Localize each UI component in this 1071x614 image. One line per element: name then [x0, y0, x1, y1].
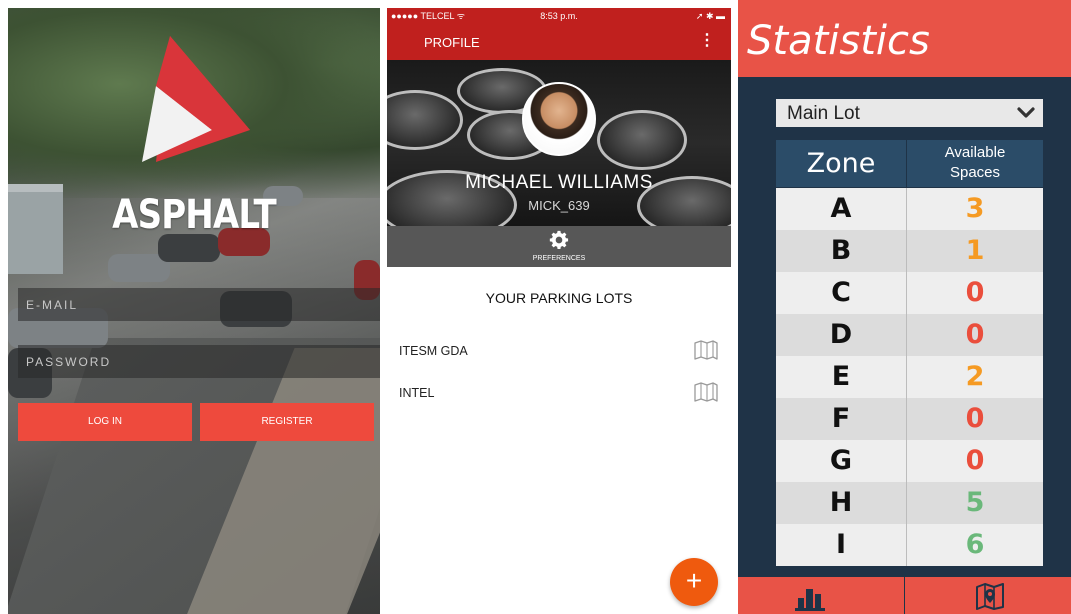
zone-cell: A [830, 193, 852, 224]
table-row: F0 [776, 398, 1043, 440]
available-cell: 6 [906, 524, 1043, 566]
available-cell: 3 [906, 188, 1043, 230]
zone-column-header: Zone [806, 148, 876, 179]
table-row: E2 [776, 356, 1043, 398]
lot-select-dropdown[interactable]: Main Lot [776, 99, 1043, 127]
lot-name: INTEL [399, 386, 435, 400]
zone-cell: G [829, 445, 853, 476]
nav-divider [904, 577, 905, 614]
login-button[interactable]: LOG IN [18, 403, 192, 441]
available-cell: 0 [906, 314, 1043, 356]
app-bar: PROFILE ⋮ [387, 24, 731, 60]
lot-name: ITESM GDA [399, 344, 468, 358]
profile-screen: ●●●●● TELCEL ᯤ 8:53 p.m. ➚ ✱ ▬ PROFILE ⋮… [387, 8, 731, 614]
table-header: Zone Available Spaces [776, 140, 1043, 187]
status-icons: ➚ ✱ ▬ [695, 11, 725, 21]
map-pin-icon[interactable] [974, 582, 1008, 610]
drum-shape [387, 90, 463, 150]
spaces-header-line: Spaces [949, 164, 1001, 181]
drum-shape [597, 110, 687, 170]
zone-cell: C [831, 277, 851, 308]
zone-cell: I [835, 529, 847, 560]
zone-cell: E [831, 361, 851, 392]
add-lot-button[interactable]: + [670, 558, 718, 606]
background-car [158, 234, 220, 262]
available-cell: 2 [906, 356, 1043, 398]
profile-name: MICHAEL WILLIAMS [465, 172, 653, 193]
preferences-label: PREFERENCES [532, 255, 586, 262]
table-row: I6 [776, 524, 1043, 566]
bottom-nav [738, 577, 1071, 614]
available-cell: 0 [906, 272, 1043, 314]
parking-lots-heading: YOUR PARKING LOTS [485, 290, 633, 306]
overflow-menu-icon[interactable]: ⋮ [699, 33, 715, 49]
available-cell: 1 [906, 230, 1043, 272]
avatar[interactable] [522, 82, 596, 156]
gear-icon [549, 230, 569, 249]
page-title: Statistics [747, 18, 930, 64]
available-column-header: Available Spaces [907, 143, 1043, 183]
zone-cell: F [831, 403, 851, 434]
preferences-button[interactable]: PREFERENCES [387, 226, 731, 267]
login-screen: ASPHALT E-MAIL PASSWORD LOG IN REGISTER [8, 8, 380, 614]
zone-cell: B [830, 235, 852, 266]
table-row: G0 [776, 440, 1043, 482]
statistics-screen: Statistics Main Lot Zone Available Space… [738, 0, 1071, 614]
selected-lot: Main Lot [787, 103, 860, 124]
table-row: D0 [776, 314, 1043, 356]
table-row: C0 [776, 272, 1043, 314]
profile-cover-photo: MICHAEL WILLIAMS MICK_639 [387, 60, 731, 226]
list-item[interactable]: ITESM GDA [399, 339, 719, 363]
password-field[interactable]: PASSWORD [18, 345, 380, 378]
map-icon[interactable] [693, 339, 719, 361]
email-field[interactable]: E-MAIL [18, 288, 380, 321]
bar-chart-icon[interactable] [793, 583, 827, 611]
list-item[interactable]: INTEL [399, 381, 719, 405]
available-cell: 0 [906, 398, 1043, 440]
page-title: PROFILE [424, 35, 480, 50]
available-cell: 0 [906, 440, 1043, 482]
available-header-line: Available [944, 144, 1006, 161]
zone-cell: H [829, 487, 853, 518]
chevron-down-icon [1017, 107, 1035, 118]
available-cell: 5 [906, 482, 1043, 524]
stats-header: Statistics [738, 0, 1071, 77]
table-row: B1 [776, 230, 1043, 272]
profile-username: MICK_639 [528, 198, 590, 213]
asphalt-logo-icon [142, 36, 250, 162]
map-icon[interactable] [693, 381, 719, 403]
register-button[interactable]: REGISTER [200, 403, 374, 441]
app-logo-text: ASPHALT [112, 192, 277, 238]
clock: 8:53 p.m. [540, 11, 578, 21]
table-row: A3 [776, 188, 1043, 230]
status-bar: ●●●●● TELCEL ᯤ 8:53 p.m. ➚ ✱ ▬ [387, 8, 731, 24]
zone-cell: D [829, 319, 853, 350]
table-row: H5 [776, 482, 1043, 524]
